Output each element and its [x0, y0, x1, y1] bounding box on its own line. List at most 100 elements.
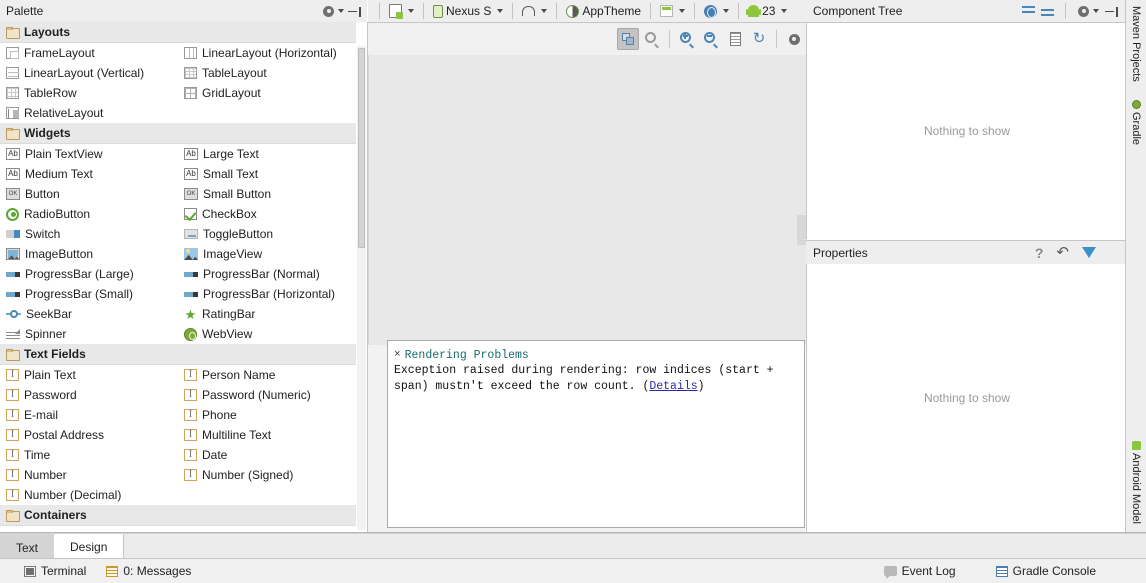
status-event-log-button[interactable]: Event Log	[874, 559, 966, 583]
palette-item[interactable]: TableLayout	[178, 63, 356, 83]
details-link[interactable]: Details	[649, 380, 697, 393]
palette-item[interactable]: ProgressBar (Normal)	[178, 264, 356, 284]
android-studio-layout-editor: Palette Nexus S AppTheme 23 Component Tr…	[0, 0, 1146, 583]
design-canvas[interactable]	[368, 55, 806, 345]
tool-tab-maven-projects[interactable]: Maven Projects	[1126, 2, 1146, 86]
locale-dropdown[interactable]	[656, 1, 689, 21]
zoom-actual-size-button[interactable]	[641, 28, 663, 50]
status-terminal-button[interactable]: Terminal	[14, 559, 96, 583]
palette-item[interactable]: SeekBar	[0, 304, 178, 324]
palette-gear-button[interactable]	[322, 5, 344, 18]
help-icon[interactable]: ?	[1035, 246, 1044, 260]
spinner-icon	[6, 328, 20, 340]
palette-item[interactable]: ProgressBar (Large)	[0, 264, 178, 284]
theme-dropdown[interactable]: AppTheme	[562, 1, 645, 21]
palette-item[interactable]: RadioButton	[0, 204, 178, 224]
ui-mode-dropdown[interactable]	[700, 1, 733, 21]
palette-item[interactable]: Person Name	[178, 365, 356, 385]
palette-item[interactable]: Ab Large Text	[178, 144, 356, 164]
component-tree-gear-button[interactable]	[1077, 5, 1099, 18]
palette-item[interactable]: Multiline Text	[178, 425, 356, 445]
status-messages-button[interactable]: 0: Messages	[96, 559, 201, 583]
relative-layout-icon	[6, 107, 19, 119]
palette-item[interactable]: Date	[178, 445, 356, 465]
palette-group-layouts[interactable]: Layouts	[0, 22, 356, 43]
palette-item[interactable]: ImageButton	[0, 244, 178, 264]
zoom-out-button[interactable]	[700, 28, 722, 50]
close-icon[interactable]: ×	[394, 349, 401, 361]
palette-item[interactable]: Number (Decimal)	[0, 485, 178, 505]
rendering-problems-message-text: Exception raised during rendering: row i…	[394, 364, 774, 393]
palette-item[interactable]: LinearLayout (Horizontal)	[178, 43, 356, 63]
palette-item-label: RelativeLayout	[24, 106, 104, 120]
collapse-all-icon[interactable]	[1041, 5, 1054, 18]
zoom-to-fit-button[interactable]	[617, 28, 639, 50]
palette-item-label: SeekBar	[26, 307, 73, 321]
palette-group-label: Layouts	[24, 25, 71, 39]
palette-item[interactable]: TableRow	[0, 83, 178, 103]
palette-item-label: ProgressBar (Horizontal)	[203, 287, 336, 301]
palette-item[interactable]: ProgressBar (Horizontal)	[178, 284, 356, 304]
hide-panel-icon[interactable]	[1105, 5, 1118, 18]
status-gradle-console-button[interactable]: Gradle Console	[986, 559, 1106, 583]
api-level-dropdown[interactable]: 23	[744, 1, 791, 21]
filter-icon[interactable]	[1082, 247, 1096, 258]
hide-palette-icon[interactable]	[348, 5, 361, 18]
palette-scrollbar[interactable]	[357, 46, 366, 530]
palette-item[interactable]: RelativeLayout	[0, 103, 178, 123]
palette-item[interactable]: Ab Small Text	[178, 164, 356, 184]
palette-item[interactable]: FrameLayout	[0, 43, 178, 63]
palette-item[interactable]: GridLayout	[178, 83, 356, 103]
palette-item[interactable]: OK Button	[0, 184, 178, 204]
device-icon	[433, 4, 443, 18]
palette-item[interactable]: Plain Text	[0, 365, 178, 385]
restore-default-icon[interactable]: ↶	[1056, 245, 1069, 260]
zoom-in-button[interactable]	[676, 28, 698, 50]
tab-text[interactable]: Text	[0, 537, 55, 559]
canvas-scrollbar[interactable]	[797, 215, 806, 245]
tab-design[interactable]: Design	[54, 534, 124, 559]
palette-item[interactable]: Switch	[0, 224, 178, 244]
rendering-problems-title: Rendering Problems	[404, 349, 529, 362]
tool-tab-android-model[interactable]: Android Model	[1126, 437, 1146, 528]
palette-item[interactable]: ImageView	[178, 244, 356, 264]
expand-all-icon[interactable]	[1022, 5, 1035, 18]
grid-layout-icon	[184, 87, 197, 99]
palette-group-widgets[interactable]: Widgets	[0, 123, 356, 144]
refresh-button[interactable]: ↻	[748, 28, 770, 50]
tool-tab-gradle[interactable]: Gradle	[1126, 96, 1146, 149]
palette-scrollbar-thumb[interactable]	[358, 48, 365, 248]
palette-item[interactable]: Password	[0, 385, 178, 405]
device-dropdown[interactable]: Nexus S	[429, 1, 507, 21]
layout-variant-dropdown[interactable]	[385, 1, 418, 21]
palette-item[interactable]: Phone	[178, 405, 356, 425]
palette-group-items: Ab Plain TextView Ab Large Text Ab Medium Tex…	[0, 144, 356, 344]
design-settings-button[interactable]	[783, 28, 805, 50]
folder-icon	[6, 127, 20, 140]
palette-item[interactable]: CheckBox	[178, 204, 356, 224]
edit-text-icon	[6, 489, 19, 501]
palette-item[interactable]: OK Small Button	[178, 184, 356, 204]
palette-item[interactable]: Number	[0, 465, 178, 485]
palette-item[interactable]: WebView	[178, 324, 356, 344]
palette-item[interactable]: ToggleButton	[178, 224, 356, 244]
palette-item[interactable]: LinearLayout (Vertical)	[0, 63, 178, 83]
palette-item[interactable]: Time	[0, 445, 178, 465]
palette-item[interactable]: Password (Numeric)	[178, 385, 356, 405]
palette-item[interactable]: Number (Signed)	[178, 465, 356, 485]
palette-item[interactable]: ★ RatingBar	[178, 304, 356, 324]
palette-group-text-fields[interactable]: Text Fields	[0, 344, 356, 365]
show-layout-decorations-button[interactable]	[724, 28, 746, 50]
palette-item[interactable]: ProgressBar (Small)	[0, 284, 178, 304]
palette-item[interactable]: E-mail	[0, 405, 178, 425]
palette-item[interactable]: Spinner	[0, 324, 178, 344]
palette-group-containers[interactable]: Containers	[0, 505, 356, 526]
properties-body[interactable]: Nothing to show	[806, 264, 1127, 532]
palette-item[interactable]: Postal Address	[0, 425, 178, 445]
orientation-dropdown[interactable]	[518, 1, 551, 21]
palette-item[interactable]: Ab Plain TextView	[0, 144, 178, 164]
palette-item[interactable]: Ab Medium Text	[0, 164, 178, 184]
component-tree-body[interactable]: Nothing to show	[806, 23, 1127, 239]
text-ab-icon: Ab	[6, 168, 20, 180]
gear-icon	[788, 33, 801, 46]
